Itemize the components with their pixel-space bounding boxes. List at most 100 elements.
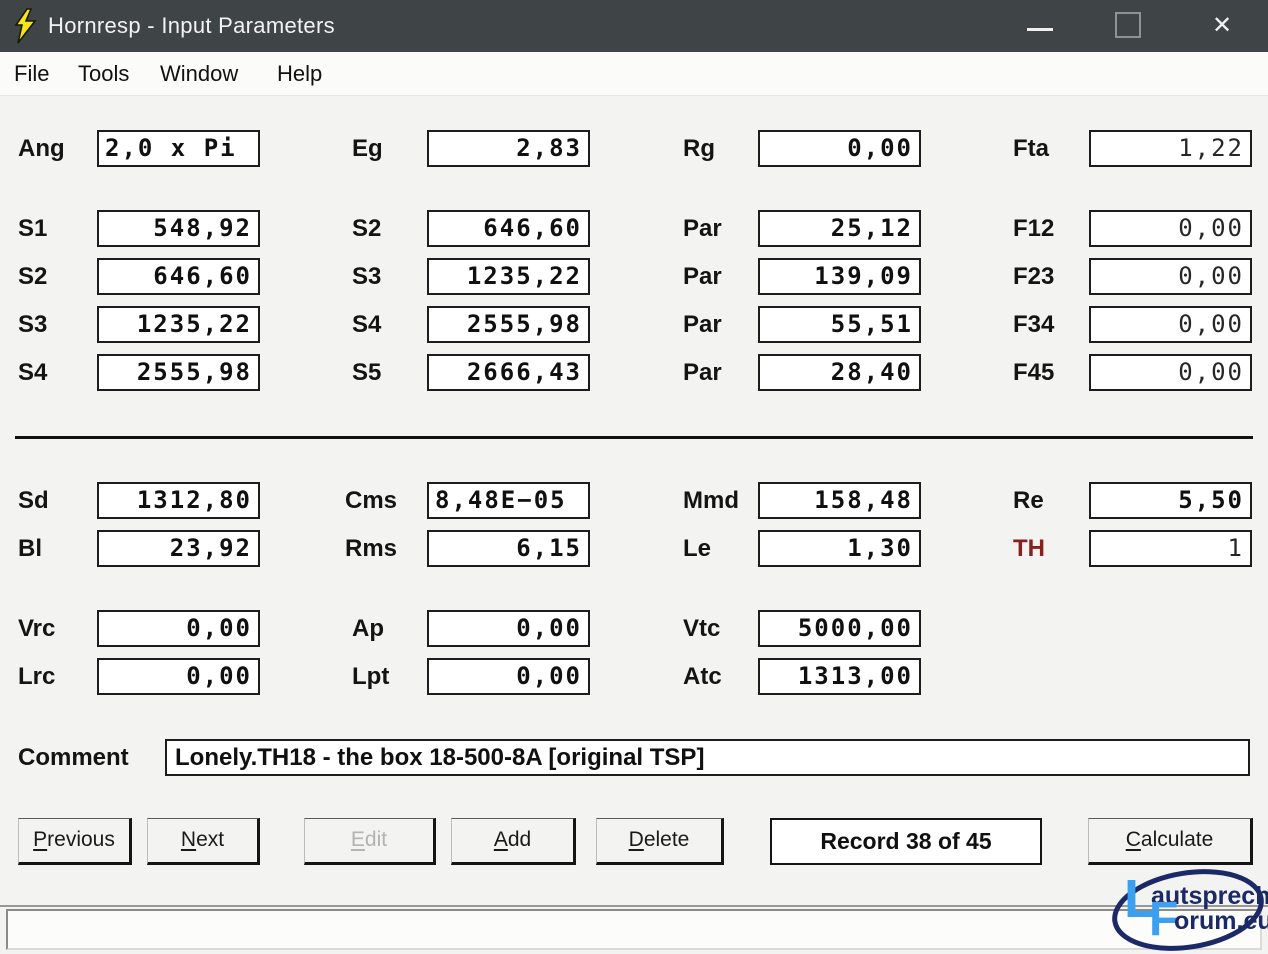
maximize-icon [1115, 12, 1141, 38]
record-indicator: Record 38 of 45 [770, 818, 1042, 865]
field-f45-label: F45 [1013, 354, 1054, 391]
field-par23-label: Par [683, 258, 722, 295]
field-rg-label: Rg [683, 130, 715, 167]
field-f34-label: F34 [1013, 306, 1054, 343]
menu-file[interactable]: File [14, 52, 49, 95]
next-button-key: N [181, 828, 196, 851]
window-title: Hornresp - Input Parameters [48, 0, 335, 52]
field-vrc-label: Vrc [18, 610, 55, 647]
add-button-rest: dd [508, 828, 531, 851]
field-s4-input[interactable]: 2555,98 [97, 354, 260, 391]
field-mmd-input[interactable]: 158,48 [758, 482, 921, 519]
hornresp-window: Hornresp - Input Parameters ✕ File Tools… [0, 0, 1268, 954]
field-s4col2-input[interactable]: 2555,98 [427, 306, 590, 343]
maximize-button [1100, 0, 1156, 52]
previous-button[interactable]: Previous [18, 818, 132, 865]
minimize-icon [1027, 28, 1053, 31]
field-ang-label: Ang [18, 130, 65, 167]
edit-button-rest: dit [365, 828, 387, 851]
field-fta-label: Fta [1013, 130, 1049, 167]
comment-input[interactable]: Lonely.TH18 - the box 18-500-8A [origina… [165, 739, 1250, 776]
field-f45-input[interactable]: 0,00 [1089, 354, 1252, 391]
field-f12-input[interactable]: 0,00 [1089, 210, 1252, 247]
delete-button-key: D [629, 828, 644, 851]
field-le-label: Le [683, 530, 711, 567]
field-lrc-label: Lrc [18, 658, 55, 695]
field-vtc-label: Vtc [683, 610, 720, 647]
menu-tools[interactable]: Tools [78, 52, 129, 95]
field-s2col2-input[interactable]: 646,60 [427, 210, 590, 247]
minimize-button[interactable] [1012, 0, 1068, 52]
add-button-key: A [494, 828, 508, 851]
forum-logo-word2: orum.eu [1174, 909, 1268, 934]
field-atc-input[interactable]: 1313,00 [758, 658, 921, 695]
field-rg-input[interactable]: 0,00 [758, 130, 921, 167]
field-vrc-input[interactable]: 0,00 [97, 610, 260, 647]
field-par45-label: Par [683, 354, 722, 391]
calculate-button-rest: alculate [1141, 828, 1213, 851]
field-par45-input[interactable]: 28,40 [758, 354, 921, 391]
field-s2-label: S2 [18, 258, 47, 295]
section-divider [15, 436, 1253, 439]
menubar: File Tools Window Help [0, 52, 1268, 96]
field-par23-input[interactable]: 139,09 [758, 258, 921, 295]
calculate-button-key: C [1126, 828, 1141, 851]
field-s2-input[interactable]: 646,60 [97, 258, 260, 295]
edit-button: Edit [304, 818, 436, 865]
field-s3-label: S3 [18, 306, 47, 343]
field-eg-label: Eg [352, 130, 383, 167]
field-th-label: TH [1013, 530, 1045, 567]
menu-help[interactable]: Help [277, 52, 322, 95]
field-atc-label: Atc [683, 658, 722, 695]
field-s3col2-input[interactable]: 1235,22 [427, 258, 590, 295]
edit-button-key: E [351, 828, 365, 851]
field-par34-input[interactable]: 55,51 [758, 306, 921, 343]
field-eg-input[interactable]: 2,83 [427, 130, 590, 167]
field-re-label: Re [1013, 482, 1044, 519]
titlebar: Hornresp - Input Parameters ✕ [0, 0, 1268, 52]
field-th-input[interactable]: 1 [1089, 530, 1252, 567]
field-par12-label: Par [683, 210, 722, 247]
previous-button-key: P [33, 828, 47, 851]
field-bl-input[interactable]: 23,92 [97, 530, 260, 567]
add-button[interactable]: Add [451, 818, 576, 865]
delete-button-rest: elete [644, 828, 690, 851]
field-ap-label: Ap [352, 610, 384, 647]
field-lpt-label: Lpt [352, 658, 389, 695]
field-fta-input[interactable]: 1,22 [1089, 130, 1252, 167]
field-s3-input[interactable]: 1235,22 [97, 306, 260, 343]
next-button[interactable]: Next [147, 818, 260, 865]
field-f12-label: F12 [1013, 210, 1054, 247]
field-le-input[interactable]: 1,30 [758, 530, 921, 567]
field-re-input[interactable]: 5,50 [1089, 482, 1252, 519]
lightning-icon [12, 8, 38, 44]
field-lpt-input[interactable]: 0,00 [427, 658, 590, 695]
close-button[interactable]: ✕ [1194, 0, 1250, 52]
next-button-rest: ext [196, 828, 224, 851]
field-f34-input[interactable]: 0,00 [1089, 306, 1252, 343]
field-s1-label: S1 [18, 210, 47, 247]
field-par12-input[interactable]: 25,12 [758, 210, 921, 247]
statusbar-top-line [0, 905, 1268, 907]
field-s1-input[interactable]: 548,92 [97, 210, 260, 247]
field-ap-input[interactable]: 0,00 [427, 610, 590, 647]
field-cms-label: Cms [345, 482, 397, 519]
menu-window[interactable]: Window [160, 52, 238, 95]
delete-button[interactable]: Delete [596, 818, 724, 865]
field-s5-input[interactable]: 2666,43 [427, 354, 590, 391]
field-vtc-input[interactable]: 5000,00 [758, 610, 921, 647]
calculate-button[interactable]: Calculate [1088, 818, 1253, 865]
field-s3col2-label: S3 [352, 258, 381, 295]
field-s4col2-label: S4 [352, 306, 381, 343]
field-bl-label: Bl [18, 530, 42, 567]
field-s2col2-label: S2 [352, 210, 381, 247]
field-ang-input[interactable]: 2,0 x Pi [97, 130, 260, 167]
field-lrc-input[interactable]: 0,00 [97, 658, 260, 695]
field-cms-input[interactable]: 8,48E−05 [427, 482, 590, 519]
field-par34-label: Par [683, 306, 722, 343]
field-s4-label: S4 [18, 354, 47, 391]
previous-button-rest: revious [47, 828, 115, 851]
field-sd-input[interactable]: 1312,80 [97, 482, 260, 519]
field-rms-input[interactable]: 6,15 [427, 530, 590, 567]
field-f23-input[interactable]: 0,00 [1089, 258, 1252, 295]
